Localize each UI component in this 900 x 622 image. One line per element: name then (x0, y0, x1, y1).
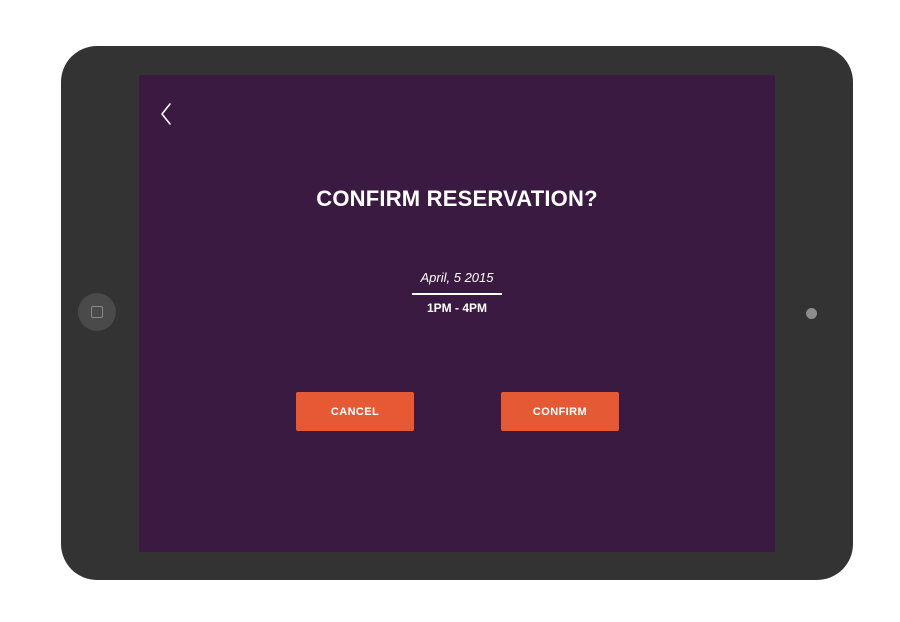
camera-dot (806, 308, 817, 319)
reservation-time: 1PM - 4PM (426, 301, 487, 315)
home-button-icon (91, 306, 103, 318)
home-button[interactable] (78, 293, 116, 331)
reservation-date: April, 5 2015 (420, 270, 494, 285)
page-title: CONFIRM RESERVATION? (316, 186, 598, 211)
tablet-frame: CONFIRM RESERVATION? April, 5 2015 1PM -… (61, 46, 853, 580)
reservation-confirm-screen: CONFIRM RESERVATION? April, 5 2015 1PM -… (139, 75, 775, 552)
chevron-left-icon[interactable] (157, 101, 177, 127)
confirm-button[interactable]: CONFIRM (501, 392, 619, 431)
divider (412, 293, 502, 295)
cancel-button[interactable]: CANCEL (296, 392, 414, 431)
